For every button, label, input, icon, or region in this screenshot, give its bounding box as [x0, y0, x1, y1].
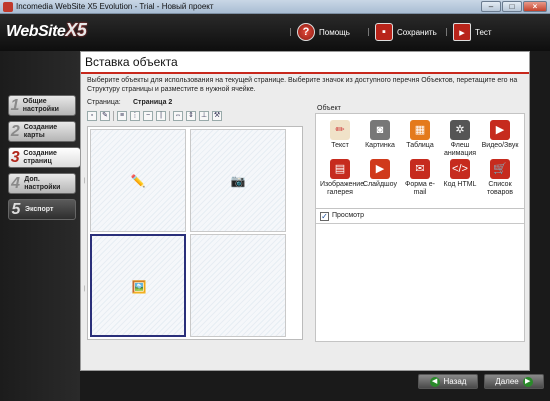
object-flash[interactable]: ✲ Флеш анимация	[440, 120, 480, 158]
image-object-icon: 📷	[230, 174, 246, 188]
email-form-icon: ✉	[410, 159, 430, 179]
object-email-form[interactable]: ✉ Форма e-mail	[400, 159, 440, 197]
tools-icon[interactable]: ⚒	[212, 111, 222, 121]
arrow-right-icon: ▶	[522, 376, 533, 387]
save-icon: ▪	[375, 23, 393, 41]
save-button[interactable]: ▪ Сохранить	[368, 22, 437, 42]
table-icon: ▦	[410, 120, 430, 140]
step-create-pages[interactable]: 3 Создание страниц	[8, 147, 80, 168]
next-label: Далее	[495, 377, 519, 386]
preview-panel: ✓ Просмотр	[315, 208, 525, 342]
step-label: Создание карты	[23, 123, 58, 139]
test-button[interactable]: ▸ Тест	[446, 22, 492, 42]
back-label: Назад	[443, 377, 467, 386]
text-icon: ✏	[330, 120, 350, 140]
video-icon: ▶	[490, 120, 510, 140]
layout-toolbar: ▫ ✎ ≡ ⋮ − | ⇔ ⇕ ⊥ ⚒	[87, 110, 303, 122]
image-icon: ◙	[370, 120, 390, 140]
main-panel: Вставка объекта Выберите объекты для исп…	[80, 51, 530, 371]
step-label: Экспорт	[25, 205, 54, 213]
edit-icon[interactable]: ✎	[100, 111, 110, 121]
step-label: Доп. настройки	[24, 175, 61, 191]
insert-row-icon[interactable]: ≡	[117, 111, 127, 121]
object-video[interactable]: ▶ Видео/Звук	[480, 120, 520, 150]
text-object-icon: ✏️	[130, 174, 146, 188]
delete-column-icon[interactable]: |	[156, 111, 166, 121]
step-general-settings[interactable]: 1 Общие настройки	[8, 95, 76, 116]
gallery-object-icon: 🖼️	[131, 280, 147, 294]
app-logo: WebSiteX5	[6, 20, 87, 41]
objects-label: Объект	[317, 105, 341, 112]
minimize-button[interactable]: –	[481, 1, 501, 12]
help-button[interactable]: ? Помощь	[290, 22, 350, 42]
app-icon	[3, 2, 13, 12]
title-bar: Вставка объекта	[81, 52, 529, 72]
object-image[interactable]: ◙ Картинка	[360, 120, 400, 150]
step-advanced-settings[interactable]: 4 Доп. настройки	[8, 173, 76, 194]
split-cells-icon[interactable]: ⇕	[186, 111, 196, 121]
insert-column-icon[interactable]: ⋮	[130, 111, 140, 121]
arrow-left-icon: ◀	[429, 376, 440, 387]
html-code-icon: </>	[450, 159, 470, 179]
grid-cell-text[interactable]: ✏️	[90, 129, 186, 232]
logo-suffix: X5	[65, 20, 87, 40]
page-structure-grid: ∣ ∣ ✏️ 📷 🖼️	[83, 126, 303, 340]
preview-checkbox[interactable]: ✓	[320, 212, 329, 221]
page-value: Страница 2	[133, 99, 173, 106]
page-label: Страница:	[87, 99, 121, 106]
step-label: Общие настройки	[22, 97, 59, 113]
help-label: Помощь	[319, 27, 350, 37]
slideshow-icon: ▶	[370, 159, 390, 179]
test-label: Тест	[475, 27, 492, 37]
object-slideshow[interactable]: ▶ Слайдшоу	[360, 159, 400, 189]
flash-icon: ✲	[450, 120, 470, 140]
window-title-bar: Incomedia WebSite X5 Evolution - Trial -…	[0, 0, 550, 14]
instructions-text: Выберите объекты для использования на те…	[87, 77, 518, 93]
object-text[interactable]: ✏ Текст	[320, 120, 360, 150]
page-title: Вставка объекта	[85, 55, 178, 69]
test-icon: ▸	[453, 23, 471, 41]
grid-cell-empty[interactable]	[190, 234, 286, 337]
preview-label: Просмотр	[332, 212, 364, 219]
object-table[interactable]: ▦ Таблица	[400, 120, 440, 150]
object-html-code[interactable]: </> Код HTML	[440, 159, 480, 189]
close-button[interactable]: ×	[523, 1, 547, 12]
object-product-list[interactable]: 🛒 Список товаров	[480, 159, 520, 197]
maximize-button[interactable]: □	[502, 1, 522, 12]
step-create-map[interactable]: 2 Создание карты	[8, 121, 76, 142]
step-sidebar: 1 Общие настройки 2 Создание карты 3 Соз…	[0, 51, 80, 401]
logo-text: WebSite	[6, 23, 66, 40]
back-button[interactable]: ◀ Назад	[418, 374, 478, 389]
new-page-icon[interactable]: ▫	[87, 111, 97, 121]
object-gallery[interactable]: ▤ Изображение галерея	[320, 159, 364, 197]
objects-palette: ✏ Текст ◙ Картинка ▦ Таблица ✲ Флеш аним…	[315, 113, 525, 209]
product-list-icon: 🛒	[490, 159, 510, 179]
next-button[interactable]: Далее ▶	[484, 374, 544, 389]
save-label: Сохранить	[397, 27, 437, 37]
step-export[interactable]: 5 Экспорт	[8, 199, 76, 220]
align-icon[interactable]: ⊥	[199, 111, 209, 121]
grid-cell-image[interactable]: 📷	[190, 129, 286, 232]
merge-cells-icon[interactable]: ⇔	[173, 111, 183, 121]
title-divider	[81, 72, 529, 74]
gallery-icon: ▤	[330, 159, 350, 179]
grid-cell-gallery[interactable]: 🖼️	[90, 234, 186, 337]
window-title: Incomedia WebSite X5 Evolution - Trial -…	[16, 2, 214, 11]
preview-divider	[316, 223, 524, 224]
delete-row-icon[interactable]: −	[143, 111, 153, 121]
help-icon: ?	[297, 23, 315, 41]
step-label: Создание страниц	[23, 149, 57, 165]
